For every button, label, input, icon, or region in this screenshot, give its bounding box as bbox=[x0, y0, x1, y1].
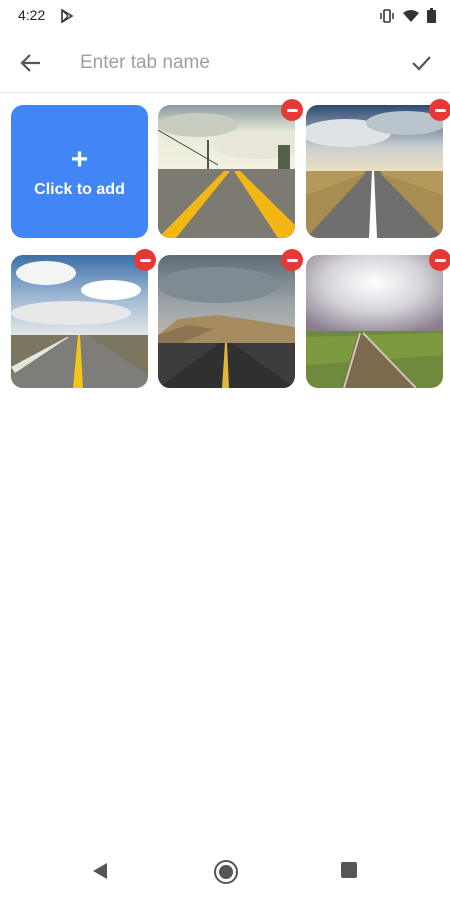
image-tile[interactable] bbox=[11, 249, 156, 388]
back-button[interactable] bbox=[14, 46, 48, 80]
system-nav-bar bbox=[0, 844, 450, 900]
road-image bbox=[158, 255, 295, 388]
add-image-button[interactable]: + Click to add bbox=[11, 105, 148, 238]
remove-button[interactable] bbox=[281, 99, 303, 121]
confirm-button[interactable] bbox=[404, 46, 438, 80]
minus-icon bbox=[434, 108, 446, 112]
wifi-icon bbox=[403, 9, 419, 22]
arrow-left-icon bbox=[20, 54, 40, 72]
status-icons bbox=[379, 8, 436, 23]
road-image bbox=[11, 255, 148, 388]
back-triangle-icon[interactable] bbox=[92, 862, 108, 880]
tab-name-input[interactable] bbox=[78, 46, 382, 80]
plus-icon: + bbox=[70, 142, 89, 176]
remove-button[interactable] bbox=[429, 249, 450, 271]
remove-button[interactable] bbox=[134, 249, 156, 271]
remove-button[interactable] bbox=[281, 249, 303, 271]
minus-icon bbox=[139, 258, 151, 262]
home-circle-icon[interactable] bbox=[214, 860, 238, 884]
minus-icon bbox=[286, 258, 298, 262]
remove-button[interactable] bbox=[429, 99, 450, 121]
image-tile[interactable] bbox=[306, 99, 450, 238]
road-image bbox=[306, 105, 443, 238]
check-icon bbox=[412, 56, 431, 71]
recents-square-icon[interactable] bbox=[341, 862, 357, 878]
battery-icon bbox=[427, 8, 436, 23]
vibrate-icon bbox=[380, 8, 394, 23]
app-bar bbox=[0, 32, 450, 93]
image-tile[interactable] bbox=[158, 99, 303, 238]
minus-icon bbox=[286, 108, 298, 112]
status-bar: 4:22 bbox=[0, 0, 450, 32]
minus-icon bbox=[434, 258, 446, 262]
add-label: Click to add bbox=[34, 180, 125, 198]
play-store-icon bbox=[61, 9, 74, 23]
image-tile[interactable] bbox=[158, 249, 303, 388]
image-tile[interactable] bbox=[306, 249, 450, 388]
railway-image bbox=[306, 255, 443, 388]
road-image bbox=[158, 105, 295, 238]
status-time: 4:22 bbox=[18, 7, 46, 23]
